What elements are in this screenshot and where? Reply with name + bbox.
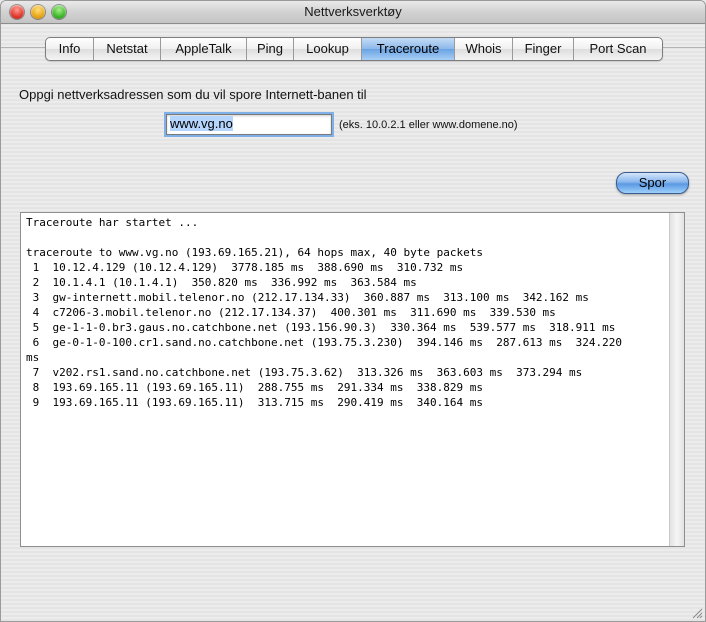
tab-netstat[interactable]: Netstat: [94, 38, 161, 60]
address-example-hint: (eks. 10.0.2.1 eller www.domene.no): [339, 119, 518, 131]
address-input-value: www.vg.no: [170, 116, 233, 131]
output-line: 1 10.12.4.129 (10.12.4.129) 3778.185 ms …: [26, 261, 464, 274]
output-line: 8 193.69.165.11 (193.69.165.11) 288.755 …: [26, 381, 483, 394]
address-input[interactable]: www.vg.no: [166, 114, 332, 135]
tab-appletalk[interactable]: AppleTalk: [161, 38, 247, 60]
trace-button[interactable]: Spor: [616, 172, 689, 194]
tab-traceroute[interactable]: Traceroute: [362, 38, 455, 60]
address-prompt-label: Oppgi nettverksadressen som du vil spore…: [19, 87, 367, 102]
window-title: Nettverksverktøy: [304, 4, 402, 19]
tab-port-scan[interactable]: Port Scan: [574, 38, 662, 60]
output-line: 6 ge-0-1-0-100.cr1.sand.no.catchbone.net…: [26, 336, 623, 349]
output-line: 5 ge-1-1-0.br3.gaus.no.catchbone.net (19…: [26, 321, 616, 334]
traceroute-output-text: Traceroute har startet ... traceroute to…: [26, 215, 666, 410]
output-line: traceroute to www.vg.no (193.69.165.21),…: [26, 246, 483, 259]
traceroute-output[interactable]: Traceroute har startet ... traceroute to…: [20, 212, 685, 547]
resize-grip-icon[interactable]: [691, 607, 703, 619]
tab-info[interactable]: Info: [46, 38, 94, 60]
output-scrollbar[interactable]: [669, 213, 684, 546]
network-utility-window: Nettverksverktøy Info Netstat AppleTalk …: [0, 0, 706, 622]
tab-finger[interactable]: Finger: [513, 38, 574, 60]
output-line: 7 v202.rs1.sand.no.catchbone.net (193.75…: [26, 366, 583, 379]
output-line: 4 c7206-3.mobil.telenor.no (212.17.134.3…: [26, 306, 556, 319]
output-line: 9 193.69.165.11 (193.69.165.11) 313.715 …: [26, 396, 483, 409]
output-line: 2 10.1.4.1 (10.1.4.1) 350.820 ms 336.992…: [26, 276, 417, 289]
tab-lookup[interactable]: Lookup: [294, 38, 362, 60]
output-line: ms: [26, 351, 40, 364]
tab-ping[interactable]: Ping: [247, 38, 294, 60]
title-bar[interactable]: Nettverksverktøy: [1, 1, 705, 24]
output-line: 3 gw-internett.mobil.telenor.no (212.17.…: [26, 291, 589, 304]
tab-bar: Info Netstat AppleTalk Ping Lookup Trace…: [45, 37, 663, 61]
output-line: Traceroute har startet ...: [26, 216, 199, 229]
tab-whois[interactable]: Whois: [455, 38, 513, 60]
